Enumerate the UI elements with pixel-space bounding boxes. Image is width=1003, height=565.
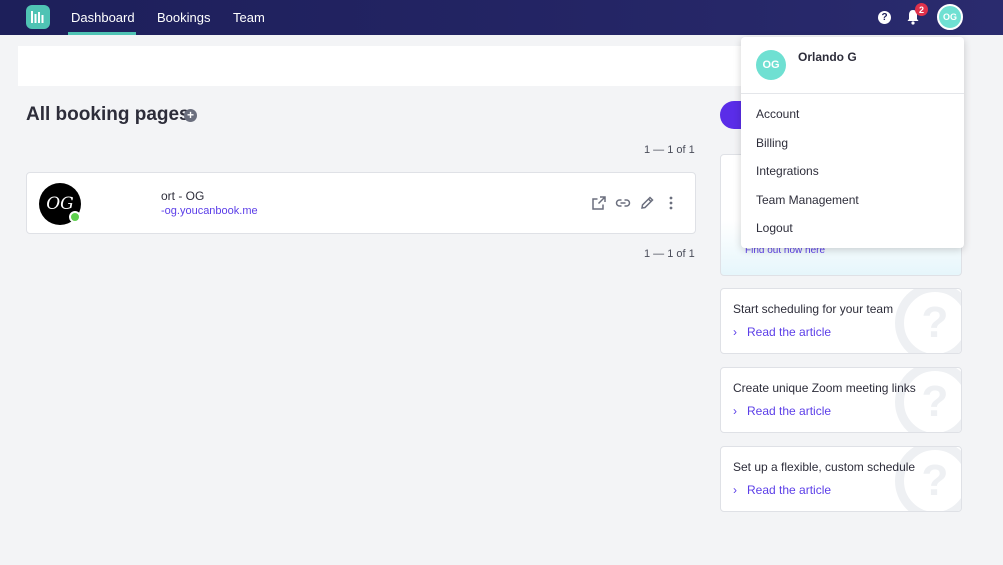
booking-page-card[interactable]: OG ort - OG -og.youcanbook.me <box>26 172 696 234</box>
copy-link-icon[interactable] <box>615 195 631 211</box>
user-avatar-button[interactable]: OG <box>937 4 963 30</box>
top-nav: Dashboard Bookings Team ? 2 OG <box>0 0 1003 35</box>
notification-badge: 2 <box>915 3 928 16</box>
menu-item-account[interactable]: Account <box>756 107 799 121</box>
nav-team[interactable]: Team <box>233 10 265 25</box>
menu-item-integrations[interactable]: Integrations <box>756 164 819 178</box>
banner <box>18 46 758 86</box>
page-title: All booking pages <box>26 104 190 125</box>
help-icon[interactable]: ? <box>878 11 891 24</box>
tip-title: Create unique Zoom meeting links <box>733 381 916 395</box>
open-external-icon[interactable] <box>591 195 607 211</box>
nav-active-indicator <box>68 32 136 35</box>
dropdown-avatar: OG <box>756 50 786 80</box>
chevron-right-icon: › <box>733 483 737 497</box>
nav-dashboard[interactable]: Dashboard <box>71 10 135 25</box>
tip-title: Start scheduling for your team <box>733 302 894 316</box>
menu-item-billing[interactable]: Billing <box>756 136 788 150</box>
chevron-right-icon: › <box>733 325 737 339</box>
tip-card[interactable]: ? Start scheduling for your team › Read t… <box>720 288 962 354</box>
nav-bookings[interactable]: Bookings <box>157 10 210 25</box>
tip-title: Set up a flexible, custom schedule <box>733 460 916 474</box>
question-watermark-icon: ? <box>895 368 961 432</box>
booking-url-link[interactable]: -og.youcanbook.me <box>161 205 258 217</box>
read-article-link[interactable]: › Read the article <box>733 483 831 497</box>
account-dropdown-menu: OG Orlando G Account Billing Integration… <box>741 37 964 248</box>
question-watermark-icon: ? <box>895 289 961 353</box>
more-options-icon[interactable] <box>663 195 679 211</box>
menu-item-logout[interactable]: Logout <box>756 221 793 235</box>
status-online-icon <box>69 211 81 223</box>
read-article-link[interactable]: › Read the article <box>733 325 831 339</box>
menu-item-team-management[interactable]: Team Management <box>756 193 859 207</box>
read-article-link[interactable]: › Read the article <box>733 404 831 418</box>
tip-card[interactable]: ? Set up a flexible, custom schedule › Re… <box>720 446 962 512</box>
pager-bottom: 1 — 1 of 1 <box>644 248 695 260</box>
logo-icon[interactable] <box>26 5 50 29</box>
dropdown-divider <box>741 93 964 94</box>
add-booking-page-icon[interactable]: + <box>184 109 197 122</box>
pager-top: 1 — 1 of 1 <box>644 144 695 156</box>
question-watermark-icon: ? <box>895 447 961 511</box>
tip-card[interactable]: ? Create unique Zoom meeting links › Read… <box>720 367 962 433</box>
booking-name: ort - OG <box>161 189 205 203</box>
edit-pencil-icon[interactable] <box>639 195 655 211</box>
dropdown-user-name: Orlando G <box>798 50 857 64</box>
chevron-right-icon: › <box>733 404 737 418</box>
